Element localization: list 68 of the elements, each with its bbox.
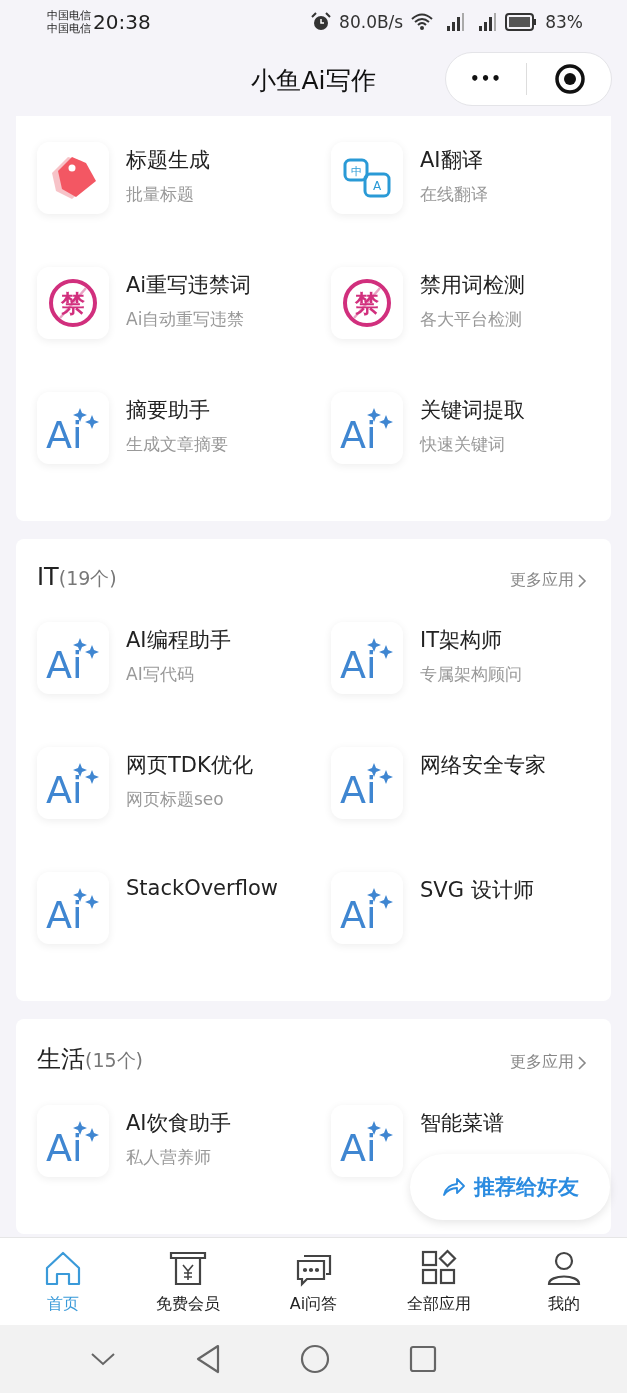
tab-bar-item[interactable]: Ai问答 <box>250 1238 377 1325</box>
app-name[interactable]: AI编程助手 <box>126 626 231 654</box>
app-name[interactable]: 关键词提取 <box>420 396 525 424</box>
app-name[interactable]: SVG 设计师 <box>420 876 534 904</box>
app-name[interactable]: StackOverflow <box>126 876 278 900</box>
network-speed: 80.0B/s <box>339 12 404 32</box>
carrier-name: 中国电信 <box>47 9 91 22</box>
app-icon-tile[interactable]: 禁 <box>37 267 109 339</box>
wifi-icon <box>411 13 434 31</box>
chevron-right-icon <box>578 573 587 588</box>
app-icon-tile[interactable]: Ai <box>331 392 403 464</box>
app-icon-tile[interactable] <box>37 142 109 214</box>
app-icon-tile[interactable]: Ai <box>37 747 109 819</box>
share-button[interactable]: 推荐给好友 <box>410 1154 610 1220</box>
recents-square-icon[interactable] <box>409 1345 438 1373</box>
app-name[interactable]: 网络安全专家 <box>420 751 546 779</box>
section-count: (15个) <box>85 1048 143 1073</box>
app-icon-tile[interactable]: Ai <box>331 622 403 694</box>
app-description: AI写代码 <box>126 663 195 686</box>
clock-time: 20:38 <box>93 10 151 34</box>
app-description: 专属架构顾问 <box>420 663 522 686</box>
home-circle-icon[interactable] <box>300 1344 331 1374</box>
app-name[interactable]: 标题生成 <box>126 146 210 174</box>
tab-bar-item[interactable]: 免费会员 <box>125 1238 251 1325</box>
alarm-icon <box>311 12 332 32</box>
app-name[interactable]: 网页TDK优化 <box>126 751 253 779</box>
app-icon-tile[interactable]: Ai <box>331 872 403 944</box>
app-description: 批量标题 <box>126 183 195 206</box>
more-apps-link[interactable]: 更多应用 <box>510 570 587 591</box>
app-icon-tile[interactable]: Ai <box>37 622 109 694</box>
app-title: 小鱼Ai写作 <box>251 64 376 97</box>
more-apps-link[interactable]: 更多应用 <box>510 1052 587 1073</box>
app-description: 各大平台检测 <box>420 308 523 331</box>
app-description: 快速关键词 <box>420 433 506 456</box>
tab-bar-item[interactable]: 我的 <box>501 1238 627 1325</box>
app-icon-tile[interactable]: Ai <box>331 747 403 819</box>
app-name[interactable]: 摘要助手 <box>126 396 228 424</box>
more-button[interactable]: ••• <box>446 70 526 88</box>
battery-percent: 83% <box>545 12 583 32</box>
app-name[interactable]: Ai重写违禁词 <box>126 271 252 299</box>
chevron-down-icon[interactable] <box>89 1351 116 1367</box>
carrier-name: 中国电信 <box>47 22 91 35</box>
chevron-right-icon <box>578 1055 587 1070</box>
section-title: 生活 <box>37 1044 85 1075</box>
app-icon-tile[interactable]: Ai <box>37 392 109 464</box>
app-name[interactable]: AI饮食助手 <box>126 1109 231 1137</box>
app-icon-tile[interactable]: Ai <box>37 872 109 944</box>
app-icon-tile[interactable]: Ai <box>331 1105 403 1177</box>
app-icon-tile[interactable]: 禁 <box>331 267 403 339</box>
ban-icon: 禁 <box>342 278 392 328</box>
app-description: 生成文章摘要 <box>126 433 228 456</box>
app-description: 私人营养师 <box>126 1146 212 1169</box>
battery-icon <box>505 13 538 31</box>
app-name[interactable]: 智能菜谱 <box>420 1109 504 1137</box>
app-description: Ai自动重写违禁 <box>126 308 246 331</box>
ban-icon: 禁 <box>48 278 98 328</box>
section-count: (19个) <box>58 566 117 591</box>
back-icon[interactable] <box>194 1344 221 1374</box>
app-icon-tile[interactable]: Ai <box>37 1105 109 1177</box>
share-arrow-icon <box>441 1177 466 1197</box>
app-name[interactable]: 禁用词检测 <box>420 271 525 299</box>
app-description: 在线翻译 <box>420 183 488 206</box>
app-description: 网页标题seo <box>126 788 225 811</box>
tab-bar-item[interactable]: 全部应用 <box>376 1238 502 1325</box>
close-target-icon[interactable] <box>554 63 586 95</box>
section-title: IT <box>37 563 59 591</box>
app-name[interactable]: AI翻译 <box>420 146 488 174</box>
app-name[interactable]: IT架构师 <box>420 626 522 654</box>
